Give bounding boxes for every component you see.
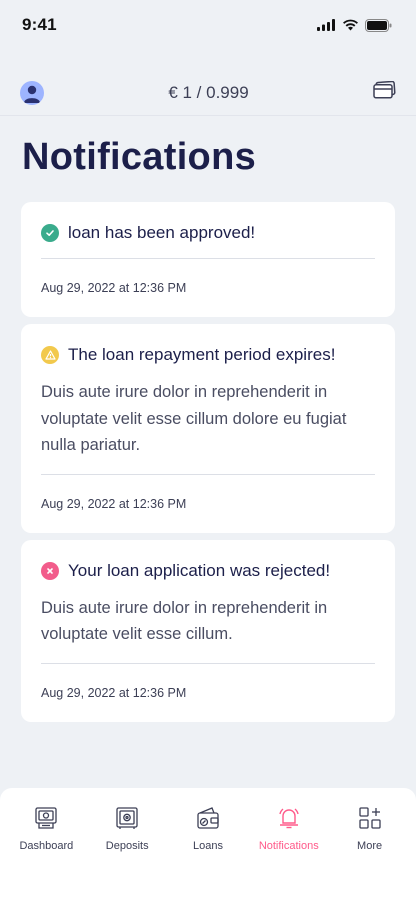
wifi-icon: [343, 19, 358, 31]
notification-title: loan has been approved!: [68, 223, 256, 242]
bell-icon: [277, 805, 301, 831]
card-icon[interactable]: [373, 80, 396, 104]
check-circle-icon: [41, 224, 59, 242]
notification-title: Your loan application was rejected!: [68, 560, 331, 580]
notification-card[interactable]: The loan repayment period expires! Duis …: [21, 324, 395, 533]
notification-card[interactable]: Your loan application was rejected! Duis…: [21, 539, 395, 722]
app-header: € 1 / 0.999: [0, 70, 416, 116]
notification-body: Duis aute irure dolor in reprehenderit i…: [41, 383, 347, 454]
notification-date: Aug 29, 2022 at 12:36 PM: [41, 496, 187, 511]
dashboard-icon: [34, 805, 58, 831]
notifications-list: loan has been approved! Aug 29, 2022 at …: [21, 202, 395, 729]
error-icon: [41, 561, 59, 580]
tab-bar: Dashboard Deposits Loans Notifications M…: [0, 788, 416, 900]
signal-icon: [317, 19, 335, 31]
wallet-icon: [196, 805, 220, 831]
tab-label: Notifications: [258, 840, 319, 852]
grid-plus-icon: [358, 805, 382, 831]
avatar[interactable]: [20, 80, 44, 105]
status-time: 9:41: [22, 15, 57, 34]
notification-date: Aug 29, 2022 at 12:36 PM: [41, 685, 187, 700]
notification-date: Aug 29, 2022 at 12:36 PM: [41, 281, 187, 295]
warning-icon: [41, 346, 59, 364]
tab-dashboard[interactable]: Dashboard: [7, 788, 85, 900]
tab-loans[interactable]: Loans: [169, 788, 247, 900]
tab-deposits[interactable]: Deposits: [88, 788, 166, 900]
notification-card[interactable]: loan has been approved! Aug 29, 2022 at …: [21, 202, 395, 317]
tab-label: Deposits: [105, 840, 149, 852]
notification-header: The loan repayment period expires!: [41, 344, 375, 366]
tab-label: Dashboard: [19, 840, 74, 852]
tab-notifications[interactable]: Notifications: [250, 788, 328, 900]
notification-title: The loan repayment period expires!: [68, 345, 336, 364]
status-icons: [317, 18, 392, 32]
notification-header: Your loan application was rejected!: [41, 560, 375, 582]
notification-body: Duis aute irure dolor in reprehenderit i…: [41, 598, 328, 644]
tab-label: Loans: [192, 840, 223, 852]
tab-more[interactable]: More: [331, 788, 409, 900]
safe-icon: [115, 805, 139, 831]
user-icon: [24, 85, 40, 103]
battery-icon: [365, 18, 392, 32]
notification-header: loan has been approved!: [41, 222, 375, 244]
tab-label: More: [357, 840, 383, 852]
exchange-rate: € 1 / 0.999: [168, 82, 249, 102]
status-bar: 9:41: [0, 0, 416, 50]
page-title: Notifications: [22, 136, 257, 178]
